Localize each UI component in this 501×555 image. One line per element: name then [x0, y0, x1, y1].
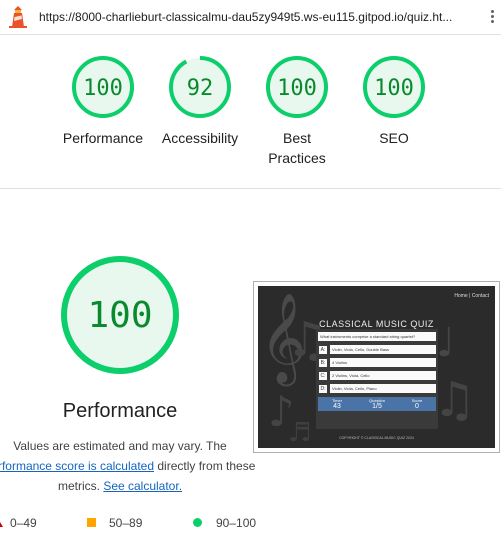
gauge-accessibility[interactable]: 92 Accessibility	[150, 54, 250, 148]
see-calculator-link[interactable]: See calculator.	[103, 479, 182, 493]
option-letter: B:	[319, 359, 327, 367]
gauge-label: Accessibility	[161, 130, 239, 146]
option-text: 2 Violins, Viola, Cello	[330, 371, 436, 380]
fail-triangle-icon	[0, 517, 3, 527]
category-gauges: 100 Performance 92 Accessibility 100 Bes…	[0, 34, 501, 187]
average-square-icon	[87, 518, 96, 527]
option-letter: C:	[319, 372, 327, 380]
stat-timer: Timer 43	[331, 398, 343, 410]
gauge-label: SEO	[379, 130, 409, 146]
screenshot-image: 𝄞 ♫ ♪ ♩ ♫ ♬ Home | Contact CLASSICAL MUS…	[258, 286, 495, 448]
report-url[interactable]: https://8000-charlieburt-classicalmu-dau…	[39, 10, 469, 24]
option-letter: A:	[319, 346, 327, 354]
legend-average: 50–89	[87, 516, 143, 530]
svg-text:♫: ♫	[433, 372, 476, 428]
gauge-score: 100	[374, 76, 414, 101]
lighthouse-icon	[9, 6, 27, 28]
screenshot-stats: Timer 43 Question 1/5 Score 0	[318, 397, 436, 411]
section-divider	[0, 188, 501, 189]
option-text: Violin, Viola, Cello, Double Bass	[330, 345, 436, 354]
option-text: Violin, Viola, Cello, Piano	[330, 384, 436, 393]
gauge-score: 100	[83, 76, 123, 101]
option-letter: D:	[319, 385, 327, 393]
score-calculated-link[interactable]: performance score is calculated	[0, 459, 154, 473]
gauge-score: 100	[277, 76, 317, 101]
final-screenshot[interactable]: 𝄞 ♫ ♪ ♩ ♫ ♬ Home | Contact CLASSICAL MUS…	[253, 281, 500, 453]
legend-range: 0–49	[10, 516, 37, 530]
svg-text:♬: ♬	[288, 418, 311, 448]
gauge-ring: 92	[169, 56, 231, 118]
screenshot-question: What instruments comprise a standard str…	[318, 332, 436, 341]
screenshot-nav: Home | Contact	[454, 293, 489, 299]
legend-pass: 90–100	[193, 516, 257, 530]
legend-range: 90–100	[216, 516, 257, 530]
legend-range: 50–89	[109, 516, 143, 530]
gauge-label: Best Practices	[268, 130, 326, 166]
gauge-score: 92	[187, 76, 214, 101]
performance-gauge: 100	[61, 256, 179, 374]
legend-fail: 0–49	[0, 516, 37, 530]
performance-title: Performance	[62, 400, 178, 422]
performance-score: 100	[87, 295, 152, 336]
gauge-ring: 100	[363, 56, 425, 118]
gauge-performance[interactable]: 100 Performance	[53, 54, 153, 148]
gauge-seo[interactable]: 100 SEO	[344, 54, 444, 148]
screenshot-quiz-title: CLASSICAL MUSIC QUIZ	[319, 319, 434, 329]
screenshot-quiz-box: What instruments comprise a standard str…	[316, 329, 438, 429]
stat-score: Score 0	[411, 398, 423, 410]
option-text: 4 Violins	[330, 358, 436, 367]
gauge-best-practices[interactable]: 100 Best Practices	[247, 54, 347, 168]
screenshot-copyright: COPYRIGHT © CLASSICAL MUSIC QUIZ 2024	[339, 436, 414, 440]
gauge-ring: 100	[266, 56, 328, 118]
stat-question: Question 1/5	[368, 398, 385, 410]
note-text: Values are estimated and may vary. The	[13, 439, 227, 453]
report-url-bar: https://8000-charlieburt-classicalmu-dau…	[0, 0, 501, 35]
lighthouse-report: https://8000-charlieburt-classicalmu-dau…	[0, 0, 501, 555]
pass-circle-icon	[193, 518, 202, 527]
metrics-note: Values are estimated and may vary. The p…	[0, 436, 260, 496]
gauge-ring: 100	[72, 56, 134, 118]
kebab-menu-icon[interactable]	[489, 10, 495, 26]
gauge-label: Performance	[62, 130, 144, 146]
